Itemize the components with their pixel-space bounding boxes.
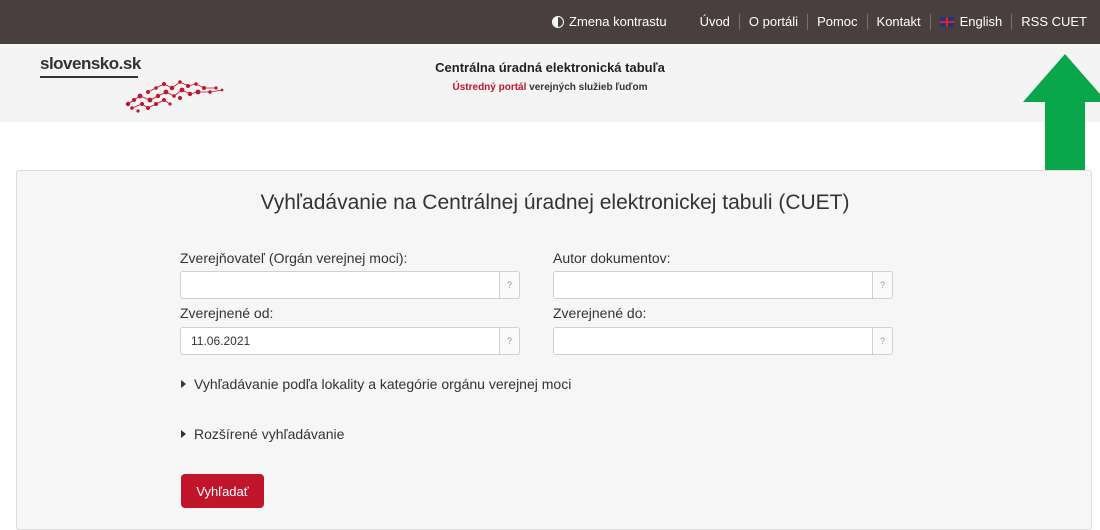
author-label: Autor dokumentov:	[553, 250, 671, 266]
location-search-toggle[interactable]: Vyhľadávanie podľa lokality a kategórie …	[181, 376, 571, 392]
advanced-search-toggle-label: Rozšírené vyhľadávanie	[194, 426, 345, 442]
publisher-help-button[interactable]: ?	[500, 271, 520, 299]
top-navigation-bar: Zmena kontrastu Úvod O portáli Pomoc Kon…	[0, 0, 1100, 44]
publisher-field-group: ?	[180, 271, 520, 299]
caret-right-icon	[181, 380, 186, 388]
uk-flag-icon	[939, 17, 954, 27]
published-to-help-button[interactable]: ?	[873, 327, 893, 355]
nav-link-about[interactable]: O portáli	[738, 14, 807, 30]
header-subtitle-red: Ústredný portál	[452, 82, 527, 93]
search-panel: Vyhľadávanie na Centrálnej úradnej elekt…	[16, 170, 1092, 530]
publisher-label: Zverejňovateľ (Orgán verejnej moci):	[180, 250, 408, 266]
header-subtitle-rest: verejných služieb ľuďom	[526, 82, 648, 93]
nav-link-contact[interactable]: Kontakt	[866, 14, 930, 30]
published-from-help-button[interactable]: ?	[500, 327, 520, 355]
caret-right-icon	[181, 430, 186, 438]
search-heading: Vyhľadávanie na Centrálnej úradnej elekt…	[260, 191, 850, 214]
published-to-field-group: ?	[553, 327, 893, 355]
language-english-link[interactable]: English	[929, 14, 1012, 30]
site-header: slovensko.sk Centrálna úradná elektronic…	[0, 44, 1100, 122]
top-nav-menu: Zmena kontrastu Úvod O portáli Pomoc Kon…	[543, 0, 1096, 44]
contrast-toggle-link[interactable]: Zmena kontrastu	[543, 14, 691, 30]
published-from-label: Zverejnené od:	[180, 305, 274, 321]
advanced-search-toggle[interactable]: Rozšírené vyhľadávanie	[181, 426, 344, 442]
header-subtitle: Ústredný portál verejných služieb ľuďom	[0, 82, 1100, 93]
published-from-input[interactable]	[180, 327, 500, 355]
nav-link-help[interactable]: Pomoc	[807, 14, 866, 30]
header-title: Centrálna úradná elektronická tabuľa	[435, 60, 665, 75]
publisher-input[interactable]	[180, 271, 500, 299]
language-english-label: English	[959, 14, 1003, 29]
search-button[interactable]: Vyhľadať	[181, 474, 264, 508]
contrast-icon	[552, 16, 565, 28]
nav-link-rss[interactable]: RSS CUET	[1011, 14, 1096, 30]
author-help-button[interactable]: ?	[873, 271, 893, 299]
published-to-label: Zverejnené do:	[553, 305, 647, 321]
author-field-group: ?	[553, 271, 893, 299]
contrast-label: Zmena kontrastu	[569, 14, 667, 29]
published-from-field-group: ?	[180, 327, 520, 355]
author-input[interactable]	[553, 271, 873, 299]
nav-link-home[interactable]: Úvod	[691, 14, 739, 30]
published-to-input[interactable]	[553, 327, 873, 355]
location-search-toggle-label: Vyhľadávanie podľa lokality a kategórie …	[194, 376, 572, 392]
header-titles: Centrálna úradná elektronická tabuľa Úst…	[0, 60, 1100, 93]
